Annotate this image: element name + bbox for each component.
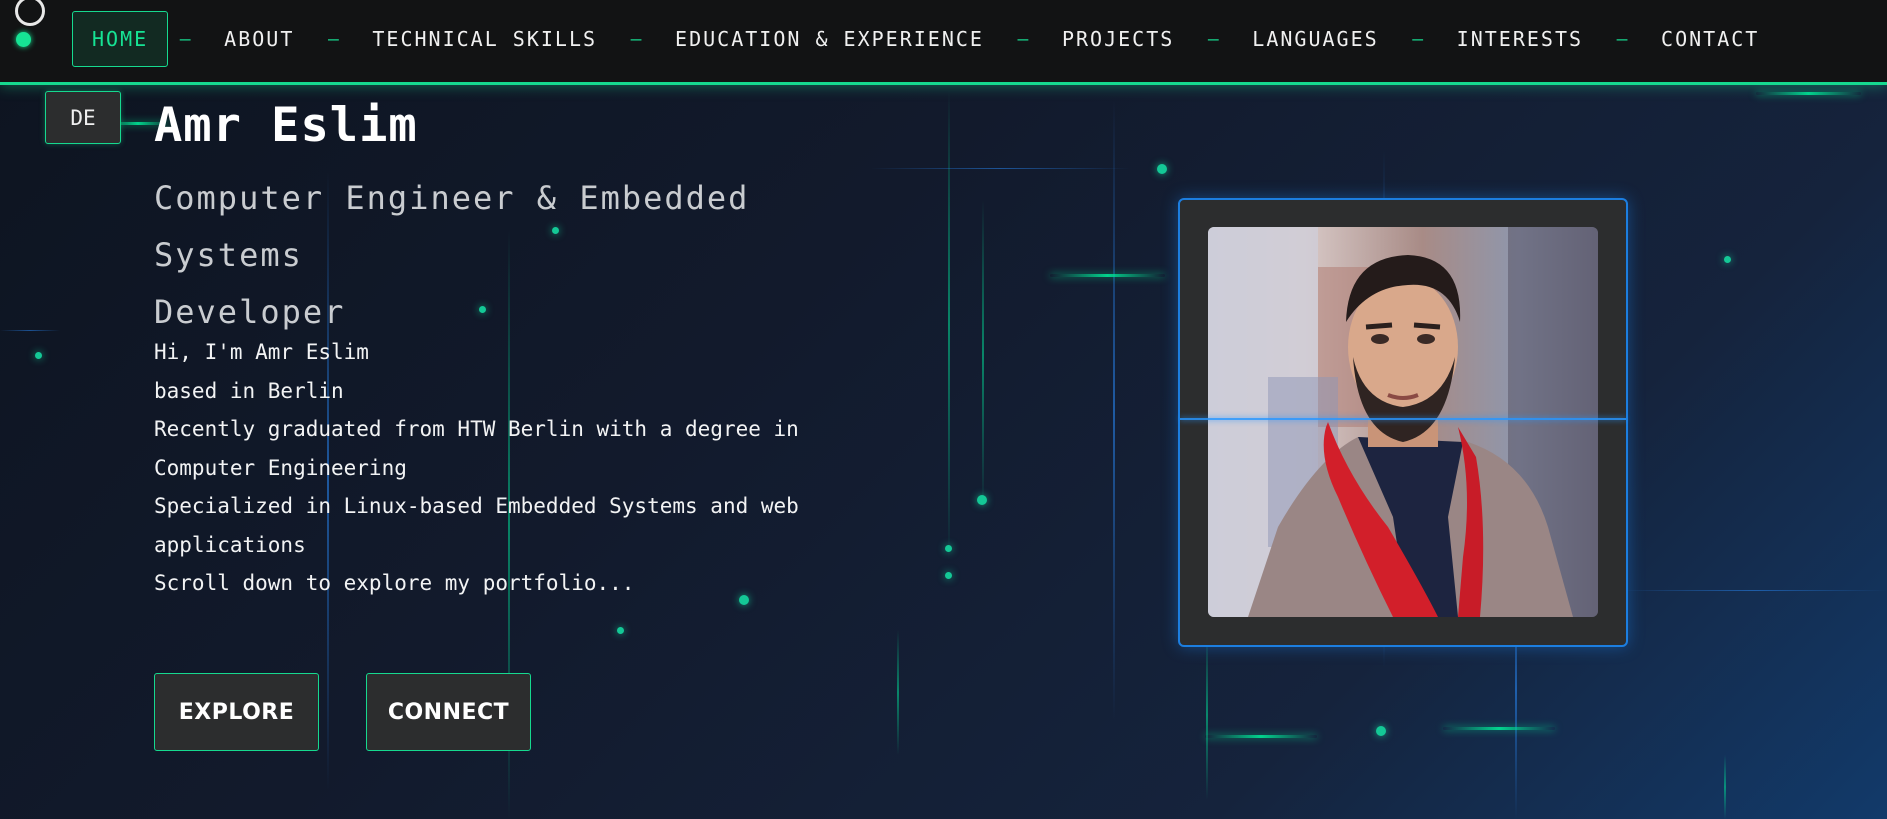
nav-separator: – bbox=[1017, 28, 1029, 50]
language-toggle-button[interactable]: DE bbox=[45, 91, 121, 144]
profile-photo bbox=[1208, 227, 1598, 617]
explore-button[interactable]: EXPLORE bbox=[154, 673, 319, 751]
nav-separator: – bbox=[1207, 28, 1219, 50]
portrait-illustration bbox=[1208, 227, 1598, 617]
nav-separator: – bbox=[179, 28, 191, 50]
nav-item-projects[interactable]: PROJECTS bbox=[1040, 12, 1196, 66]
profile-photo-frame bbox=[1178, 198, 1628, 647]
hero-subtitle: Computer Engineer & Embedded Systems Dev… bbox=[154, 170, 874, 341]
nav-item-languages[interactable]: LANGUAGES bbox=[1230, 12, 1400, 66]
intro-line: based in Berlin bbox=[154, 378, 344, 403]
nav-menu: HOME – ABOUT – TECHNICAL SKILLS – EDUCAT… bbox=[72, 11, 1781, 67]
circle-outline-icon bbox=[15, 0, 45, 26]
connect-button[interactable]: CONNECT bbox=[366, 673, 531, 751]
nav-item-interests[interactable]: INTERESTS bbox=[1435, 12, 1605, 66]
hero-intro: Hi, I'm Amr Eslim based in Berlin Recent… bbox=[154, 333, 854, 603]
intro-line: Scroll down to explore my portfolio... bbox=[154, 571, 635, 595]
nav-item-home[interactable]: HOME bbox=[72, 11, 169, 67]
scan-line bbox=[1180, 418, 1626, 420]
intro-line: Specialized in Linux-based Embedded Syst… bbox=[154, 494, 799, 518]
nav-item-education-experience[interactable]: EDUCATION & EXPERIENCE bbox=[653, 12, 1006, 66]
nav-separator: – bbox=[1412, 28, 1424, 50]
intro-line: Hi, I'm Amr Eslim bbox=[154, 340, 369, 364]
nav-separator: – bbox=[630, 28, 642, 50]
nav-item-contact[interactable]: CONTACT bbox=[1639, 12, 1781, 66]
intro-line: Recently graduated from HTW Berlin with … bbox=[154, 417, 799, 441]
intro-line: Computer Engineering bbox=[154, 455, 407, 480]
nav-separator: – bbox=[1616, 28, 1628, 50]
subtitle-line: Computer Engineer & Embedded Systems bbox=[154, 179, 750, 274]
top-navbar: HOME – ABOUT – TECHNICAL SKILLS – EDUCAT… bbox=[0, 0, 1887, 85]
nav-item-about[interactable]: ABOUT bbox=[202, 12, 316, 66]
hero-name: Amr Eslim bbox=[154, 98, 418, 153]
nav-separator: – bbox=[327, 28, 339, 50]
intro-line: applications bbox=[154, 532, 306, 557]
nav-item-technical-skills[interactable]: TECHNICAL SKILLS bbox=[350, 12, 619, 66]
dot-icon bbox=[16, 32, 31, 47]
